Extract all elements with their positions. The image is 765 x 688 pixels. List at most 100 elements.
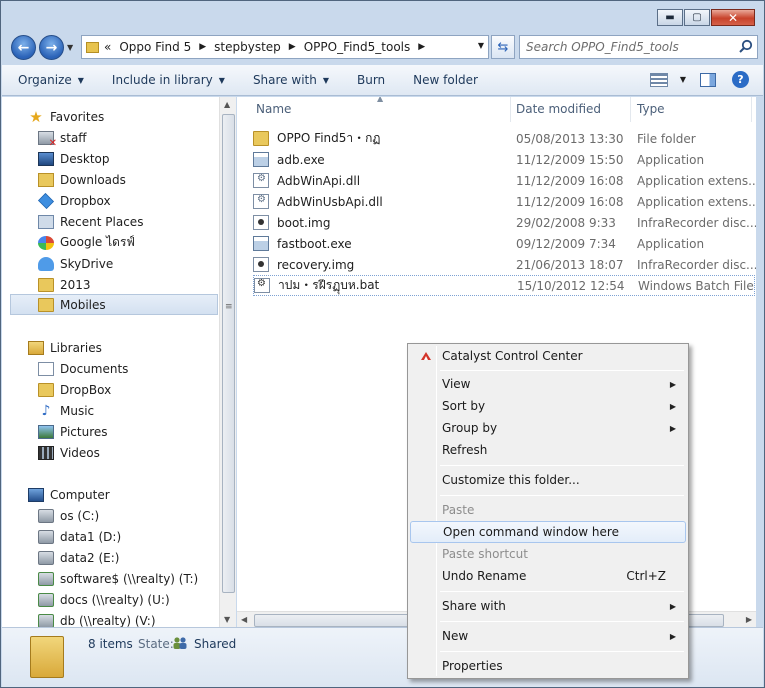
sidebar-item-downloads[interactable]: Downloads xyxy=(38,169,126,190)
view-dropdown-icon[interactable]: ▼ xyxy=(680,75,686,84)
sidebar-item-drive-v[interactable]: db (\\realty) (V:) xyxy=(38,610,156,627)
column-divider[interactable] xyxy=(630,97,631,122)
refresh-icon: ⇆ xyxy=(497,39,509,55)
burn-button[interactable]: Burn xyxy=(357,73,385,87)
menu-item-sort-by[interactable]: Sort by ▶ xyxy=(410,395,686,417)
skydrive-icon xyxy=(38,256,54,271)
chevron-right-icon[interactable]: ▶ xyxy=(289,42,296,52)
file-name: าปม・รฝีรฏุบห.bat xyxy=(278,278,380,292)
sidebar-item-mobiles[interactable]: Mobiles xyxy=(10,294,218,315)
breadcrumb-item[interactable]: stepbystep xyxy=(214,40,281,54)
organize-button[interactable]: Organize ▼ xyxy=(18,73,84,87)
breadcrumb-overflow[interactable]: « xyxy=(104,40,111,54)
chevron-right-icon[interactable]: ▶ xyxy=(418,42,425,52)
sidebar-item-label: os (C:) xyxy=(60,508,100,523)
computer-header[interactable]: Computer xyxy=(28,484,110,505)
folder-icon xyxy=(38,297,54,312)
column-header-type[interactable]: Type xyxy=(637,102,665,116)
file-row[interactable]: AdbWinApi.dll 11/12/2009 16:08 Application… xyxy=(253,170,756,191)
scrollbar-thumb[interactable] xyxy=(222,114,235,593)
menu-item-share-with[interactable]: Share with ▶ xyxy=(410,595,686,617)
menu-item-customize-folder[interactable]: Customize this folder... xyxy=(410,469,686,491)
sidebar-item-pictures[interactable]: Pictures xyxy=(38,421,108,442)
file-row[interactable]: fastboot.exe 09/12/2009 7:34 Application xyxy=(253,233,755,254)
help-icon[interactable]: ? xyxy=(732,71,749,88)
column-header-date[interactable]: Date modified xyxy=(516,102,601,116)
file-date: 05/08/2013 13:30 xyxy=(516,131,624,146)
menu-item-label: Properties xyxy=(442,659,503,673)
column-header-name[interactable]: Name xyxy=(256,102,291,116)
arrow-left-icon: ← xyxy=(17,39,30,56)
file-row[interactable]: AdbWinUsbApi.dll 11/12/2009 16:08 Applicat… xyxy=(253,191,756,212)
scroll-up-icon[interactable]: ▲ xyxy=(224,100,230,109)
maximize-button[interactable]: ▢ xyxy=(684,9,710,26)
file-row[interactable]: boot.img 29/02/2008 9:33 InfraRecorder dis… xyxy=(253,212,756,233)
favorites-header[interactable]: ★ Favorites xyxy=(28,106,104,127)
sidebar-item-drive-c[interactable]: os (C:) xyxy=(38,505,99,526)
sidebar-item-drive-e[interactable]: data2 (E:) xyxy=(38,547,119,568)
file-date: 11/12/2009 16:08 xyxy=(516,173,624,188)
file-date: 21/06/2013 18:07 xyxy=(516,257,624,272)
libraries-header[interactable]: Libraries xyxy=(28,337,102,358)
close-button[interactable]: ✕ xyxy=(711,9,755,26)
sidebar-item-staff[interactable]: staff xyxy=(38,127,87,149)
change-view-icon[interactable] xyxy=(649,72,668,87)
refresh-button[interactable]: ⇆ xyxy=(491,35,515,59)
menu-item-properties[interactable]: Properties xyxy=(410,655,686,677)
file-row[interactable]: าปม・รฝีรฏุบห.bat 15/10/2012 12:54 Windows … xyxy=(253,275,755,296)
sidebar-item-label: data2 (E:) xyxy=(60,550,120,565)
column-divider[interactable] xyxy=(510,97,511,122)
scroll-right-icon[interactable]: ▶ xyxy=(746,615,752,624)
address-dropdown-icon[interactable]: ▼ xyxy=(478,41,484,50)
arrow-right-icon: → xyxy=(45,39,58,56)
forward-button[interactable]: → xyxy=(39,35,64,60)
sidebar-item-2013[interactable]: 2013 xyxy=(38,274,91,295)
sidebar-item-dropbox[interactable]: Dropbox xyxy=(38,190,111,211)
scroll-left-icon[interactable]: ◀ xyxy=(241,615,247,624)
address-bar[interactable]: « Oppo Find 5 ▶ stepbystep ▶ OPPO_Find5_… xyxy=(81,35,489,59)
file-row[interactable]: recovery.img 21/06/2013 18:07 InfraRecorde… xyxy=(253,254,756,275)
include-in-library-button[interactable]: Include in library ▼ xyxy=(112,73,225,87)
sidebar-item-drive-d[interactable]: data1 (D:) xyxy=(38,526,121,547)
menu-item-view[interactable]: View ▶ xyxy=(410,373,686,395)
breadcrumb-item[interactable]: Oppo Find 5 xyxy=(119,40,191,54)
minimize-button[interactable]: ▬ xyxy=(657,9,683,26)
recent-pages-dropdown[interactable]: ▼ xyxy=(67,43,73,52)
menu-item-catalyst-control-center[interactable]: Catalyst Control Center xyxy=(410,345,686,367)
menu-item-shortcut: Ctrl+Z xyxy=(626,569,666,583)
chevron-right-icon[interactable]: ▶ xyxy=(199,42,206,52)
batch-file-icon xyxy=(254,278,270,293)
column-divider[interactable] xyxy=(751,97,752,122)
file-row[interactable]: adb.exe 11/12/2009 15:50 Application xyxy=(253,149,755,170)
scroll-down-icon[interactable]: ▼ xyxy=(224,615,230,624)
sidebar-item-drive-t[interactable]: software$ (\\realty) (T:) xyxy=(38,568,198,589)
folder-icon xyxy=(30,636,64,678)
menu-item-undo-rename[interactable]: Undo Rename Ctrl+Z xyxy=(410,565,686,587)
preview-pane-icon[interactable] xyxy=(700,72,716,87)
search-input[interactable]: Search OPPO_Find5_tools xyxy=(519,35,758,59)
search-icon[interactable] xyxy=(738,39,753,54)
file-date: 29/02/2008 9:33 xyxy=(516,215,616,230)
menu-item-group-by[interactable]: Group by ▶ xyxy=(410,417,686,439)
menu-item-new[interactable]: New ▶ xyxy=(410,625,686,647)
sidebar-item-music[interactable]: ♪ Music xyxy=(38,400,95,421)
breadcrumb-item[interactable]: OPPO_Find5_tools xyxy=(304,40,411,54)
sidebar-item-videos[interactable]: Videos xyxy=(38,442,100,463)
item-count: 8 items xyxy=(88,637,133,651)
navigation-scrollbar[interactable]: ▲ ≡ ▼ xyxy=(219,97,236,627)
share-with-button[interactable]: Share with ▼ xyxy=(253,73,329,87)
sidebar-item-skydrive[interactable]: SkyDrive xyxy=(38,253,113,274)
sidebar-item-google-drive[interactable]: Google ไดรฟ์ xyxy=(38,232,135,253)
sidebar-item-drive-u[interactable]: docs (\\realty) (U:) xyxy=(38,589,170,610)
disc-image-icon xyxy=(253,215,269,230)
new-folder-button[interactable]: New folder xyxy=(413,73,478,87)
file-row[interactable]: OPPO Find5า・กฏ 05/08/2013 13:30 File folde… xyxy=(253,128,755,149)
menu-item-refresh[interactable]: Refresh xyxy=(410,439,686,461)
sidebar-item-documents[interactable]: Documents xyxy=(38,358,128,379)
back-button[interactable]: ← xyxy=(11,35,36,60)
sidebar-item-label: software$ (\\realty) (T:) xyxy=(60,571,199,586)
sidebar-item-recent-places[interactable]: Recent Places xyxy=(38,211,143,232)
sidebar-item-desktop[interactable]: Desktop xyxy=(38,148,110,169)
menu-item-open-command-window[interactable]: Open command window here xyxy=(410,521,686,543)
sidebar-item-dropbox-library[interactable]: DropBox xyxy=(38,379,111,400)
